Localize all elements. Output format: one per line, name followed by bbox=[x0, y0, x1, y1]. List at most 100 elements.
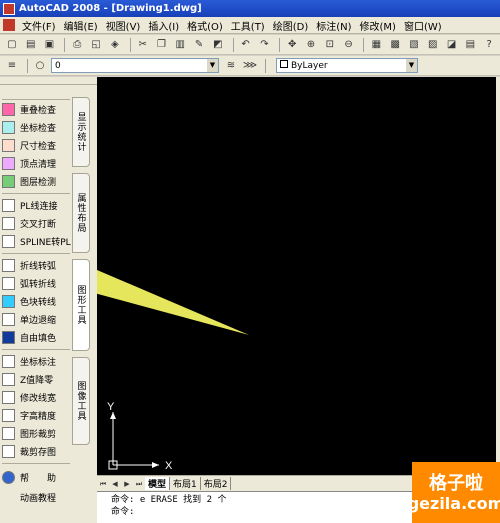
clip-save-icon bbox=[2, 444, 15, 458]
match-properties-icon[interactable]: ✎ bbox=[191, 37, 207, 53]
new-file-icon[interactable]: ▢ bbox=[4, 37, 20, 53]
z-zero-icon bbox=[2, 372, 15, 386]
layer-dropdown[interactable]: 0 ▼ bbox=[51, 58, 219, 73]
pan-icon[interactable]: ✥ bbox=[284, 37, 300, 53]
tool-line-to-arc[interactable]: 折线转弧 bbox=[2, 257, 72, 273]
tool-label: SPLINE转PL bbox=[20, 237, 71, 248]
undo-icon[interactable]: ↶ bbox=[238, 37, 254, 53]
autocad-app-icon[interactable] bbox=[3, 2, 15, 15]
tab-model[interactable]: 模型 bbox=[145, 477, 171, 490]
tab-layout1[interactable]: 布局1 bbox=[170, 477, 201, 490]
tool-free-fill[interactable]: 自由填色 bbox=[2, 329, 72, 345]
tool-label: 图层检测 bbox=[20, 177, 57, 188]
markup-icon[interactable]: ◪ bbox=[444, 37, 460, 53]
zoom-realtime-icon[interactable]: ⊕ bbox=[303, 37, 319, 53]
help-item[interactable]: 帮 助 bbox=[2, 469, 72, 485]
tool-cross-break[interactable]: 交叉打断 bbox=[2, 215, 72, 231]
tool-color-block-to-line[interactable]: 色块转线 bbox=[2, 293, 72, 309]
open-file-icon[interactable]: ▤ bbox=[23, 37, 39, 53]
preview-icon[interactable]: ◱ bbox=[88, 37, 104, 53]
layer-previous-icon[interactable]: ⋙ bbox=[242, 58, 258, 74]
save-icon[interactable]: ▣ bbox=[42, 37, 58, 53]
calculator-icon[interactable]: ▤ bbox=[462, 37, 478, 53]
line-to-arc-icon bbox=[2, 258, 15, 272]
tool-spline-to-pl[interactable]: SPLINE转PL bbox=[2, 233, 72, 249]
group-divider bbox=[2, 99, 70, 100]
menu-dimension[interactable]: 标注(N) bbox=[312, 18, 355, 33]
tool-label: 修改线宽 bbox=[20, 393, 57, 404]
document-icon[interactable] bbox=[3, 19, 15, 31]
menu-insert[interactable]: 插入(I) bbox=[144, 18, 183, 33]
tool-clip-save[interactable]: 裁剪存图 bbox=[2, 443, 72, 459]
drawing-canvas[interactable]: Y X bbox=[97, 77, 500, 475]
tool-label: 顶点清理 bbox=[20, 159, 57, 170]
tool-label: 坐标标注 bbox=[20, 357, 57, 368]
tab-layout2[interactable]: 布局2 bbox=[201, 477, 232, 490]
tool-pline-join[interactable]: PL线连接 bbox=[2, 197, 72, 213]
tool-overlap-check[interactable]: 重叠检查 bbox=[2, 101, 72, 117]
tab-display-stats[interactable]: 显示统计 bbox=[72, 97, 90, 167]
tool-z-to-zero[interactable]: Z值降零 bbox=[2, 371, 72, 387]
last-tab-icon[interactable]: ⏭ bbox=[133, 478, 145, 490]
tool-graphic-clip[interactable]: 图形裁剪 bbox=[2, 425, 72, 441]
zoom-window-icon[interactable]: ⊡ bbox=[322, 37, 338, 53]
coord-label-icon bbox=[2, 354, 15, 368]
tab-graphic-tools[interactable]: 图形工具 bbox=[72, 259, 90, 351]
layer-manager-icon[interactable]: ≡ bbox=[4, 58, 20, 74]
tab-label: 显示统计 bbox=[75, 112, 86, 152]
tab-property-layout[interactable]: 属性布局 bbox=[72, 173, 90, 253]
tool-coordinate-label[interactable]: 坐标标注 bbox=[2, 353, 72, 369]
tool-arc-to-line[interactable]: 弧转折线 bbox=[2, 275, 72, 291]
tool-palettes-icon[interactable]: ▧ bbox=[406, 37, 422, 53]
prev-tab-icon[interactable]: ◀ bbox=[109, 478, 121, 490]
sheet-set-icon[interactable]: ▨ bbox=[425, 37, 441, 53]
menu-view[interactable]: 视图(V) bbox=[102, 18, 145, 33]
tutorial-item[interactable]: 动画教程 bbox=[2, 489, 72, 505]
make-current-layer-icon[interactable]: ≋ bbox=[223, 58, 239, 74]
chevron-down-icon[interactable]: ▼ bbox=[406, 59, 417, 72]
copy-icon[interactable]: ❐ bbox=[154, 37, 170, 53]
group-divider bbox=[2, 349, 70, 350]
help-toolbar-icon[interactable]: ? bbox=[481, 37, 497, 53]
menu-format[interactable]: 格式(O) bbox=[183, 18, 227, 33]
menu-modify[interactable]: 修改(M) bbox=[356, 18, 400, 33]
menu-edit[interactable]: 编辑(E) bbox=[60, 18, 102, 33]
properties-icon[interactable]: ▦ bbox=[368, 37, 384, 53]
cut-icon[interactable]: ✂ bbox=[135, 37, 151, 53]
first-tab-icon[interactable]: ⏮ bbox=[97, 478, 109, 490]
separator bbox=[363, 37, 365, 52]
menu-tools[interactable]: 工具(T) bbox=[227, 18, 269, 33]
menu-file[interactable]: 文件(F) bbox=[18, 18, 60, 33]
redo-icon[interactable]: ↷ bbox=[257, 37, 273, 53]
zoom-previous-icon[interactable]: ⊖ bbox=[341, 37, 357, 53]
paste-icon[interactable]: ▥ bbox=[172, 37, 188, 53]
vertical-scrollbar[interactable] bbox=[496, 77, 500, 475]
fill-icon bbox=[2, 330, 15, 344]
layer-on-icon: ○ bbox=[35, 60, 45, 71]
tool-coordinate-check[interactable]: 坐标检查 bbox=[2, 119, 72, 135]
chevron-down-icon[interactable]: ▼ bbox=[207, 59, 218, 72]
panel-grip[interactable] bbox=[0, 77, 97, 85]
print-icon[interactable]: ⎙ bbox=[69, 37, 85, 53]
tool-text-height[interactable]: 字高精度 bbox=[2, 407, 72, 423]
tutorial-label: 动画教程 bbox=[20, 493, 57, 504]
color-dropdown[interactable]: ByLayer ▼ bbox=[276, 58, 418, 73]
tool-label: 尺寸检查 bbox=[20, 141, 57, 152]
dimension-icon bbox=[2, 138, 15, 152]
vertex-icon bbox=[2, 156, 15, 170]
tool-single-offset[interactable]: 单边退缩 bbox=[2, 311, 72, 327]
tool-modify-linewidth[interactable]: 修改线宽 bbox=[2, 389, 72, 405]
tool-label: 折线转弧 bbox=[20, 261, 57, 272]
block-editor-icon[interactable]: ◩ bbox=[210, 37, 226, 53]
design-center-icon[interactable]: ▩ bbox=[387, 37, 403, 53]
menu-draw[interactable]: 绘图(D) bbox=[269, 18, 313, 33]
tool-dimension-check[interactable]: 尺寸检查 bbox=[2, 137, 72, 153]
menu-window[interactable]: 窗口(W) bbox=[400, 18, 446, 33]
color-swatch-icon bbox=[280, 60, 288, 68]
separator bbox=[279, 37, 281, 52]
publish-icon[interactable]: ◈ bbox=[107, 37, 123, 53]
tool-layer-detect[interactable]: 图层检测 bbox=[2, 173, 72, 189]
next-tab-icon[interactable]: ▶ bbox=[121, 478, 133, 490]
tab-image-tools[interactable]: 图像工具 bbox=[72, 357, 90, 445]
tool-vertex-clean[interactable]: 顶点清理 bbox=[2, 155, 72, 171]
